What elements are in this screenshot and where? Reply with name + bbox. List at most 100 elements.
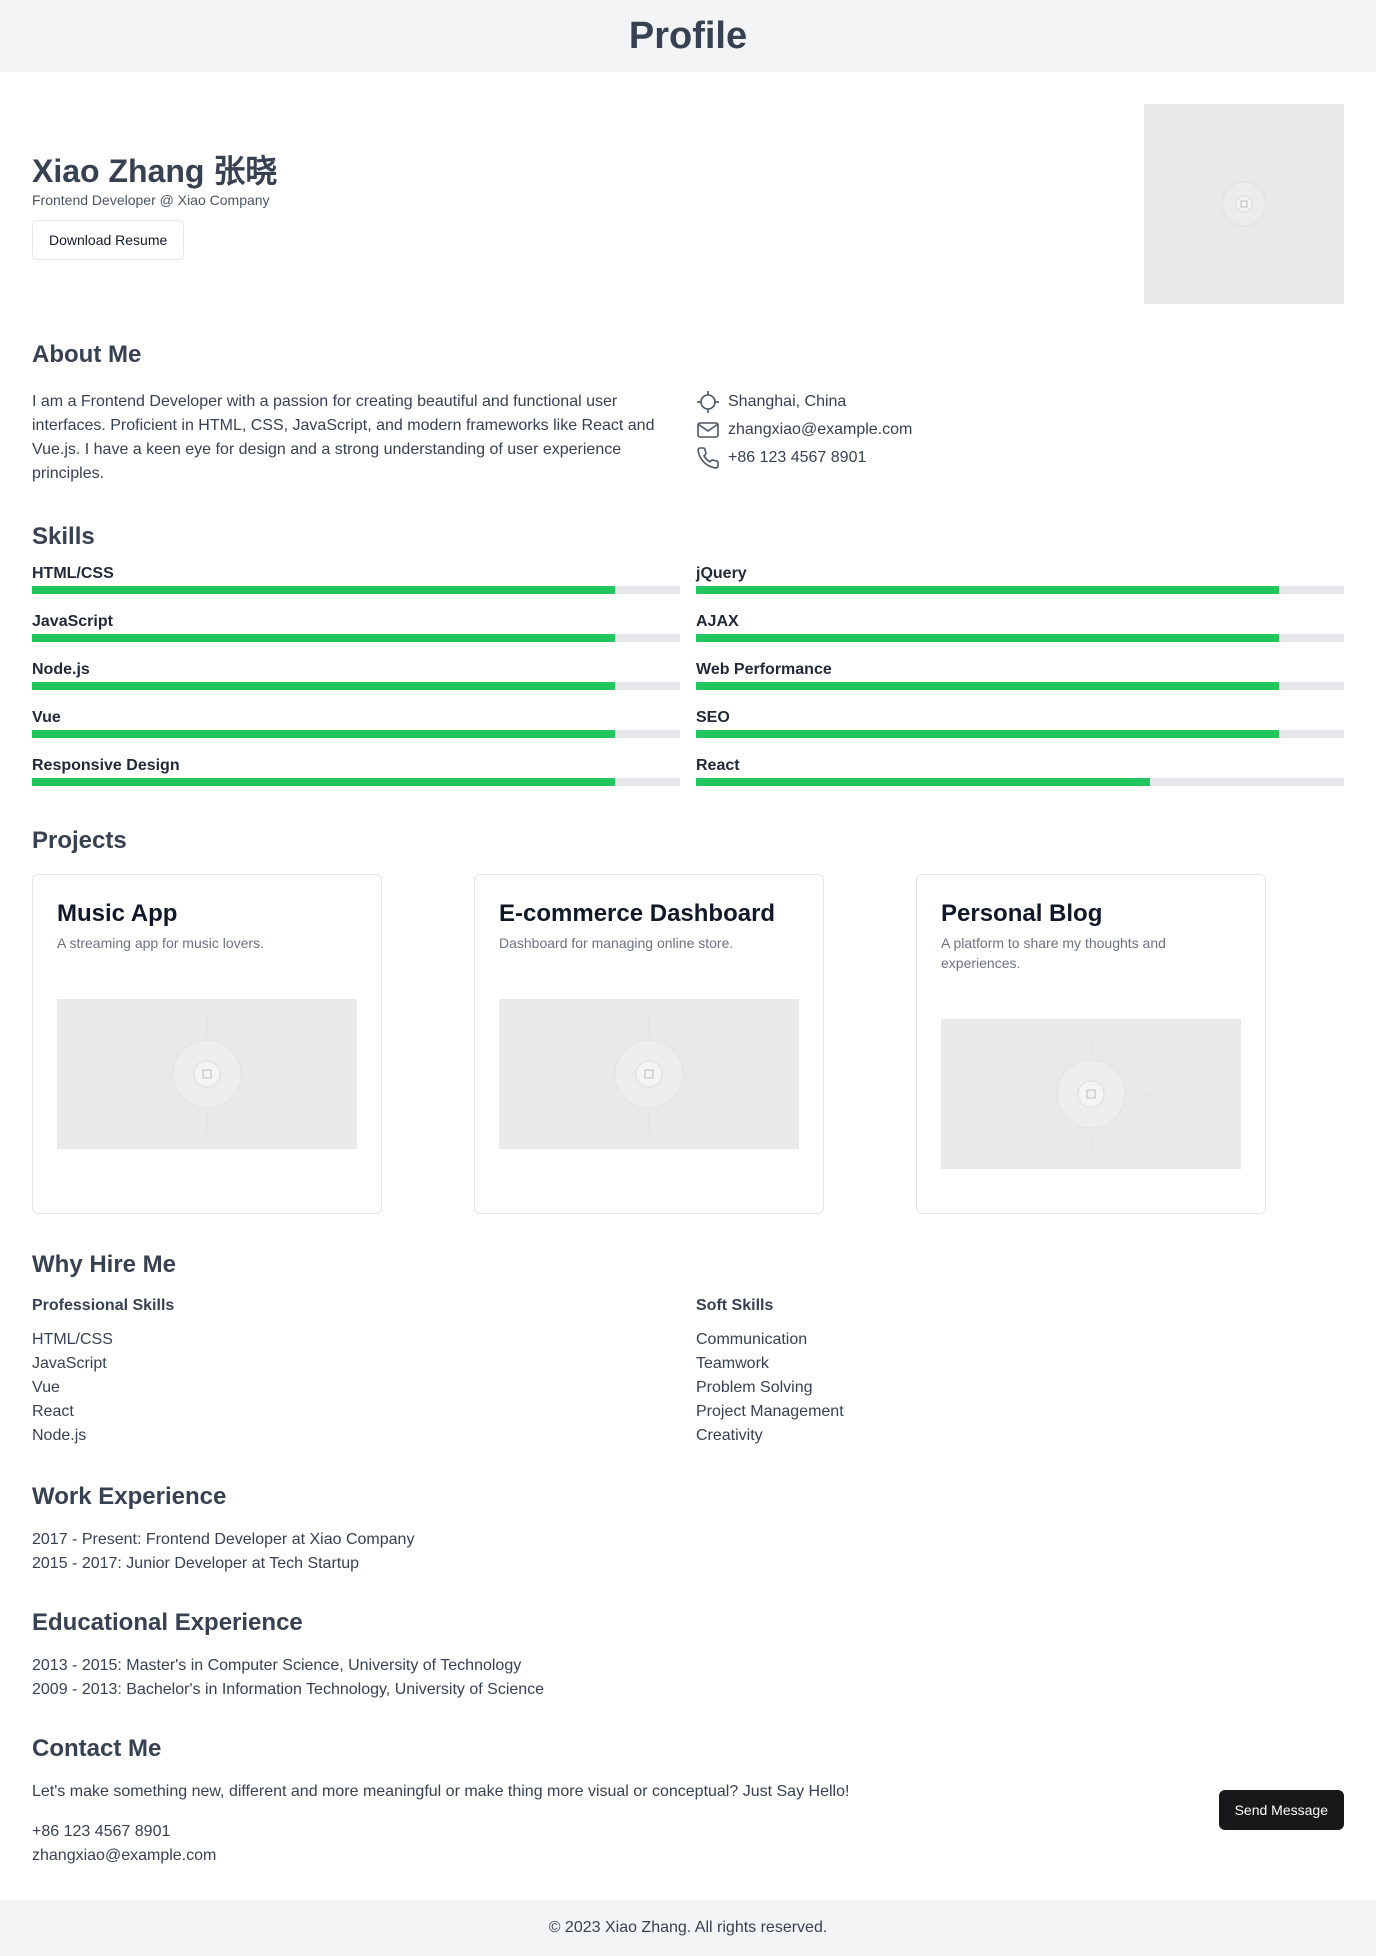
list-item: Project Management bbox=[696, 1403, 844, 1420]
projects-title: Projects bbox=[32, 827, 127, 854]
hero-info: Xiao Zhang 张晓 Frontend Developer @ Xiao … bbox=[32, 104, 277, 304]
skill-label: Web Performance bbox=[696, 661, 832, 678]
contact-phone[interactable]: +86 123 4567 8901 bbox=[32, 1820, 1344, 1844]
page-title: Profile bbox=[628, 14, 748, 57]
avatar bbox=[1144, 104, 1344, 304]
skill-label: Vue bbox=[32, 709, 61, 726]
project-image bbox=[941, 1019, 1241, 1169]
email-text[interactable]: zhangxiao@example.com bbox=[728, 421, 912, 439]
location-text: Shanghai, China bbox=[728, 393, 847, 410]
skill-item: Responsive Design bbox=[32, 756, 680, 804]
soft-skills-title: Soft Skills bbox=[696, 1297, 774, 1314]
project-card-music-app[interactable]: Music App A streaming app for music love… bbox=[32, 874, 382, 1214]
project-card-personal-blog[interactable]: Personal Blog A platform to share my tho… bbox=[916, 874, 1266, 1214]
skill-progress-fill bbox=[32, 586, 616, 594]
list-item: Vue bbox=[32, 1379, 60, 1396]
skill-label: jQuery bbox=[696, 565, 747, 582]
list-item: HTML/CSS bbox=[32, 1331, 113, 1348]
skill-label: SEO bbox=[696, 709, 730, 726]
list-item: Communication bbox=[696, 1331, 808, 1348]
list-item: Teamwork bbox=[696, 1355, 769, 1372]
education-section: Educational Experience 2013 - 2015: Mast… bbox=[32, 1608, 1344, 1702]
project-title: Music App bbox=[57, 900, 178, 927]
page-header: Profile bbox=[0, 0, 1376, 72]
phone-icon bbox=[697, 447, 719, 469]
skill-progress-fill bbox=[696, 634, 1280, 642]
contact-title: Contact Me bbox=[32, 1735, 162, 1762]
project-title: E-commerce Dashboard bbox=[499, 900, 776, 927]
list-item: Problem Solving bbox=[696, 1379, 813, 1396]
project-image bbox=[57, 999, 357, 1149]
list-item: 2015 - 2017: Junior Developer at Tech St… bbox=[32, 1555, 360, 1572]
skill-progress-track bbox=[696, 730, 1344, 738]
contact-section: Contact Me Let's make something new, dif… bbox=[32, 1734, 1344, 1868]
skill-item: Web Performance bbox=[696, 660, 1344, 708]
skills-title: Skills bbox=[32, 523, 95, 550]
professional-skills-title: Professional Skills bbox=[32, 1297, 175, 1314]
image-placeholder-icon bbox=[1221, 181, 1267, 227]
skill-progress-track bbox=[32, 778, 680, 786]
skill-progress-fill bbox=[32, 682, 616, 690]
list-item: 2013 - 2015: Master's in Computer Scienc… bbox=[32, 1657, 522, 1674]
list-item: 2009 - 2013: Bachelor's in Information T… bbox=[32, 1681, 545, 1698]
skill-progress-track bbox=[696, 682, 1344, 690]
skill-item: HTML/CSS bbox=[32, 564, 680, 612]
skill-progress-track bbox=[32, 586, 680, 594]
contact-email[interactable]: zhangxiao@example.com bbox=[32, 1844, 1344, 1868]
skill-progress-fill bbox=[32, 730, 616, 738]
skill-progress-fill bbox=[696, 682, 1280, 690]
project-description: A platform to share my thoughts and expe… bbox=[941, 935, 1166, 971]
why-hire-section: Why Hire Me Professional Skills HTML/CSS… bbox=[32, 1250, 1344, 1448]
crosshair-icon bbox=[697, 391, 719, 413]
contact-details: +86 123 4567 8901 zhangxiao@example.com bbox=[32, 1820, 1344, 1868]
about-body: I am a Frontend Developer with a passion… bbox=[32, 390, 1344, 486]
about-contact-list: Shanghai, China zhangxiao@example.com +8… bbox=[696, 390, 912, 486]
work-experience-section: Work Experience 2017 - Present: Frontend… bbox=[32, 1482, 1344, 1576]
image-placeholder-icon bbox=[1031, 1034, 1151, 1154]
about-section: About Me I am a Frontend Developer with … bbox=[32, 340, 1344, 486]
image-placeholder-icon bbox=[589, 1014, 709, 1134]
why-hire-grid: Professional Skills HTML/CSS JavaScript … bbox=[32, 1296, 1344, 1448]
skill-item: AJAX bbox=[696, 612, 1344, 660]
list-item: React bbox=[32, 1403, 74, 1420]
work-experience-title: Work Experience bbox=[32, 1483, 227, 1510]
skill-progress-track bbox=[32, 730, 680, 738]
mail-icon bbox=[697, 422, 719, 438]
skill-item: Node.js bbox=[32, 660, 680, 708]
project-image bbox=[499, 999, 799, 1149]
skill-progress-fill bbox=[696, 778, 1150, 786]
skill-item: Vue bbox=[32, 708, 680, 756]
skill-progress-track bbox=[696, 586, 1344, 594]
copyright-text: © 2023 Xiao Zhang. All rights reserved. bbox=[548, 1919, 828, 1936]
soft-skills-column: Soft Skills Communication Teamwork Probl… bbox=[696, 1296, 1344, 1448]
skill-progress-fill bbox=[696, 730, 1280, 738]
skills-section: Skills HTML/CSS jQuery JavaScript AJAX Node.… bbox=[32, 522, 1344, 804]
list-item: Node.js bbox=[32, 1427, 87, 1444]
skill-progress-fill bbox=[32, 778, 616, 786]
project-card-ecommerce-dashboard[interactable]: E-commerce Dashboard Dashboard for manag… bbox=[474, 874, 824, 1214]
hero-section: Xiao Zhang 张晓 Frontend Developer @ Xiao … bbox=[32, 72, 1344, 304]
project-title: Personal Blog bbox=[941, 900, 1103, 927]
skill-progress-fill bbox=[696, 586, 1280, 594]
page-footer: © 2023 Xiao Zhang. All rights reserved. bbox=[0, 1900, 1376, 1956]
skill-label: AJAX bbox=[696, 613, 739, 630]
download-resume-button[interactable]: Download Resume bbox=[32, 220, 185, 260]
project-grid: Music App A streaming app for music love… bbox=[32, 874, 1344, 1214]
list-item: JavaScript bbox=[32, 1355, 107, 1372]
professional-skills-column: Professional Skills HTML/CSS JavaScript … bbox=[32, 1296, 696, 1448]
why-hire-title: Why Hire Me bbox=[32, 1251, 177, 1278]
skill-progress-track bbox=[696, 778, 1344, 786]
skill-item: React bbox=[696, 756, 1344, 804]
project-description: Dashboard for managing online store. bbox=[499, 935, 734, 951]
education-title: Educational Experience bbox=[32, 1609, 303, 1636]
send-message-button[interactable]: Send Message bbox=[1218, 1790, 1344, 1830]
contact-message: Let's make something new, different and … bbox=[32, 1783, 850, 1800]
skill-item: JavaScript bbox=[32, 612, 680, 660]
image-placeholder-icon bbox=[147, 1014, 267, 1134]
skill-progress-track bbox=[696, 634, 1344, 642]
education-list: 2013 - 2015: Master's in Computer Scienc… bbox=[32, 1654, 1344, 1702]
main-content: Xiao Zhang 张晓 Frontend Developer @ Xiao … bbox=[0, 72, 1376, 1868]
phone-text[interactable]: +86 123 4567 8901 bbox=[728, 449, 866, 467]
skill-progress-track bbox=[32, 634, 680, 642]
skill-label: Responsive Design bbox=[32, 757, 180, 774]
